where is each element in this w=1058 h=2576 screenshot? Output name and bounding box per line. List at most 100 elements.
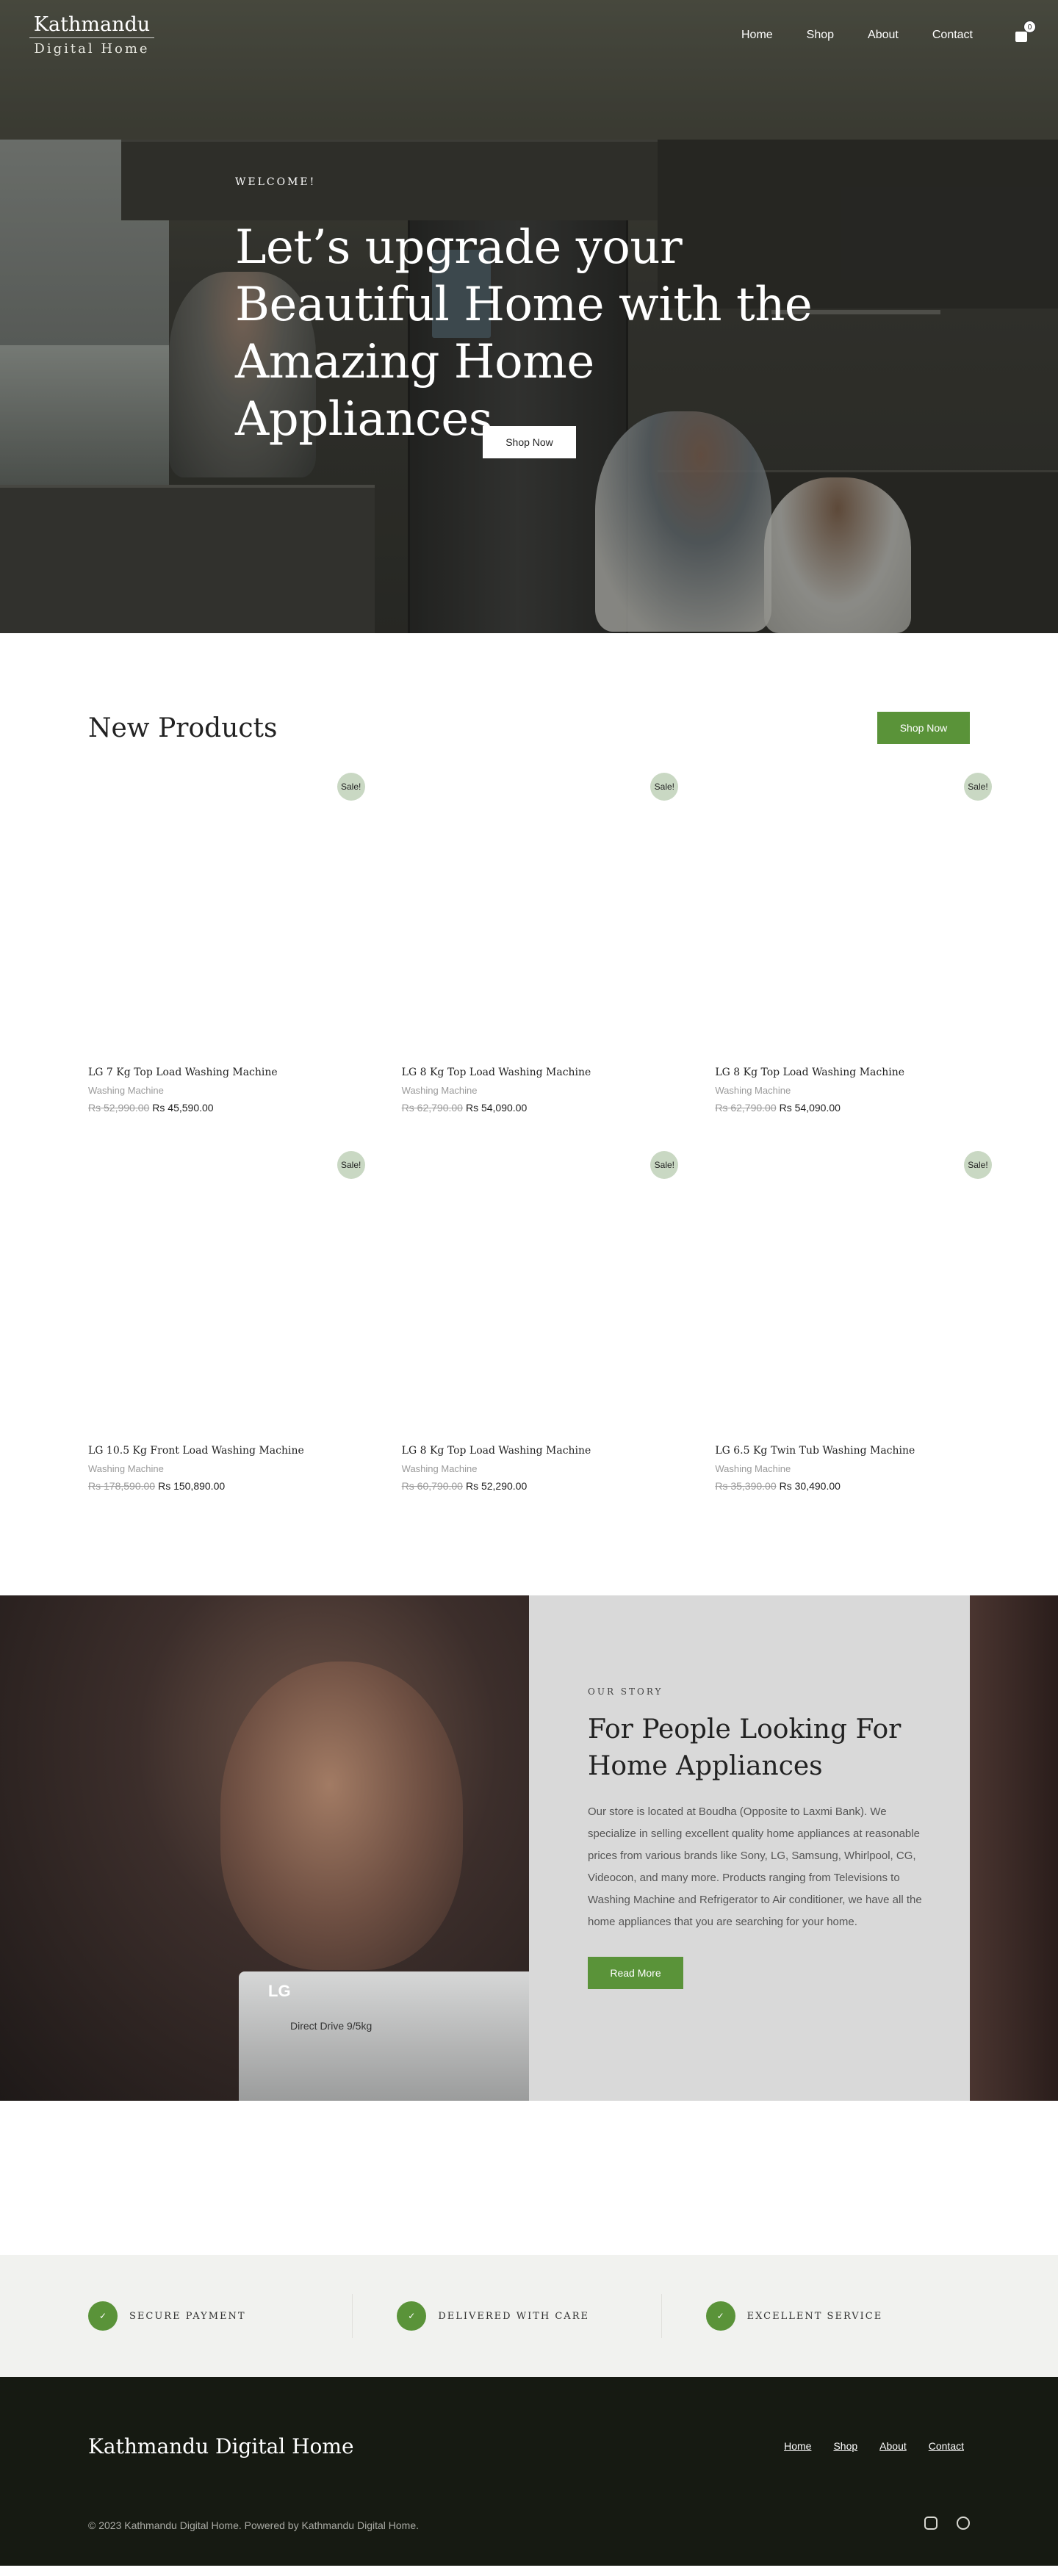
cart-button[interactable]: 0 bbox=[1014, 21, 1036, 43]
product-image[interactable] bbox=[88, 1151, 343, 1445]
story-kicker: OUR STORY bbox=[588, 1686, 663, 1697]
logo-line1: Kathmandu bbox=[29, 14, 154, 38]
cart-icon bbox=[1015, 32, 1027, 42]
nav-shop[interactable]: Shop bbox=[807, 29, 834, 42]
product-title[interactable]: LG 10.5 Kg Front Load Washing Machine bbox=[88, 1445, 343, 1457]
hero-kicker: WELCOME! bbox=[235, 176, 317, 188]
footer-link-shop[interactable]: Shop bbox=[833, 2440, 857, 2452]
secure-payment-icon: ✓ bbox=[88, 2301, 118, 2331]
product-old-price: Rs 52,990.00 bbox=[88, 1102, 150, 1114]
product-card[interactable]: Sale! LG 6.5 Kg Twin Tub Washing Machine… bbox=[715, 1151, 992, 1529]
washer-brand-text: LG bbox=[268, 1982, 291, 2000]
facebook-icon[interactable] bbox=[957, 2517, 970, 2530]
product-sale-price: Rs 45,590.00 bbox=[152, 1102, 214, 1114]
product-price: Rs 178,590.00 Rs 150,890.00 bbox=[88, 1480, 343, 1492]
product-price: Rs 62,790.00 Rs 54,090.00 bbox=[402, 1102, 657, 1114]
product-title[interactable]: LG 8 Kg Top Load Washing Machine bbox=[402, 1067, 657, 1078]
product-image[interactable] bbox=[88, 773, 343, 1067]
product-image[interactable] bbox=[402, 773, 657, 1067]
product-card[interactable]: Sale! LG 10.5 Kg Front Load Washing Mach… bbox=[88, 1151, 365, 1529]
product-sale-price: Rs 52,290.00 bbox=[465, 1480, 528, 1492]
footer-link-contact[interactable]: Contact bbox=[929, 2440, 964, 2452]
product-title[interactable]: LG 6.5 Kg Twin Tub Washing Machine bbox=[715, 1445, 970, 1457]
product-price: Rs 35,390.00 Rs 30,490.00 bbox=[715, 1480, 970, 1492]
products-title: New Products bbox=[88, 712, 278, 743]
our-story-section: LG Direct Drive 9/5kg OUR STORY For Peop… bbox=[0, 1595, 1058, 2101]
product-grid: Sale! LG 7 Kg Top Load Washing Machine W… bbox=[88, 773, 992, 1529]
feature-label: SECURE PAYMENT bbox=[129, 2310, 246, 2322]
product-image[interactable] bbox=[715, 773, 970, 1067]
product-category: Washing Machine bbox=[88, 1463, 164, 1474]
sale-badge: Sale! bbox=[337, 773, 365, 801]
product-card[interactable]: Sale! LG 8 Kg Top Load Washing Machine W… bbox=[715, 773, 992, 1151]
product-category: Washing Machine bbox=[88, 1085, 164, 1096]
sale-badge: Sale! bbox=[963, 773, 992, 801]
story-photo-person bbox=[220, 1662, 463, 1970]
washer-label-text: Direct Drive 9/5kg bbox=[290, 2020, 373, 2032]
product-old-price: Rs 62,790.00 bbox=[715, 1102, 777, 1114]
sale-badge: Sale! bbox=[650, 1151, 679, 1179]
hero-shop-now-button[interactable]: Shop Now bbox=[483, 426, 576, 458]
footer-copyright: © 2023 Kathmandu Digital Home. Powered b… bbox=[88, 2519, 419, 2531]
product-sale-price: Rs 54,090.00 bbox=[779, 1102, 841, 1114]
product-title[interactable]: LG 8 Kg Top Load Washing Machine bbox=[402, 1445, 657, 1457]
feature-label: DELIVERED WITH CARE bbox=[438, 2310, 589, 2322]
nav-contact[interactable]: Contact bbox=[932, 29, 973, 42]
product-card[interactable]: Sale! LG 7 Kg Top Load Washing Machine W… bbox=[88, 773, 365, 1151]
main-nav: Home Shop About Contact 0 bbox=[708, 21, 1036, 43]
product-price: Rs 60,790.00 Rs 52,290.00 bbox=[402, 1480, 657, 1492]
story-photo-washing-machine: LG Direct Drive 9/5kg bbox=[239, 1971, 529, 2101]
product-old-price: Rs 178,590.00 bbox=[88, 1480, 156, 1492]
nav-home[interactable]: Home bbox=[741, 29, 773, 42]
story-title: For People Looking For Home Appliances bbox=[588, 1714, 902, 1781]
product-card[interactable]: Sale! LG 8 Kg Top Load Washing Machine W… bbox=[401, 773, 679, 1151]
delivery-icon: ✓ bbox=[397, 2301, 427, 2331]
read-more-button[interactable]: Read More bbox=[588, 1957, 683, 1989]
hero-content: WELCOME! Let’s upgrade your Beautiful Ho… bbox=[235, 176, 867, 448]
footer-link-home[interactable]: Home bbox=[784, 2440, 811, 2452]
product-category: Washing Machine bbox=[401, 1085, 478, 1096]
story-photo: LG Direct Drive 9/5kg bbox=[0, 1595, 529, 2101]
product-category: Washing Machine bbox=[715, 1085, 791, 1096]
footer-brand[interactable]: Kathmandu Digital Home bbox=[88, 2434, 354, 2458]
sale-badge: Sale! bbox=[963, 1151, 992, 1179]
product-sale-price: Rs 150,890.00 bbox=[158, 1480, 226, 1492]
products-header: New Products Shop Now bbox=[88, 710, 970, 746]
footer-nav: Home Shop About Contact bbox=[784, 2440, 964, 2452]
products-shop-now-button[interactable]: Shop Now bbox=[877, 712, 970, 744]
service-icon: ✓ bbox=[705, 2301, 735, 2331]
product-category: Washing Machine bbox=[715, 1463, 791, 1474]
product-sale-price: Rs 54,090.00 bbox=[465, 1102, 528, 1114]
logo-line2: Digital Home bbox=[34, 40, 150, 57]
sale-badge: Sale! bbox=[650, 773, 679, 801]
feature-excellent-service: ✓ EXCELLENT SERVICE bbox=[662, 2294, 970, 2338]
product-price: Rs 62,790.00 Rs 54,090.00 bbox=[715, 1102, 970, 1114]
story-body: Our store is located at Boudha (Opposite… bbox=[588, 1805, 922, 1928]
product-old-price: Rs 62,790.00 bbox=[401, 1102, 463, 1114]
footer-social bbox=[924, 2517, 970, 2530]
product-old-price: Rs 60,790.00 bbox=[401, 1480, 463, 1492]
product-title[interactable]: LG 8 Kg Top Load Washing Machine bbox=[715, 1067, 970, 1078]
cart-count-badge: 0 bbox=[1023, 21, 1036, 33]
features-bar: ✓ SECURE PAYMENT ✓ DELIVERED WITH CARE ✓… bbox=[0, 2255, 1058, 2377]
site-footer: Kathmandu Digital Home Home Shop About C… bbox=[0, 2377, 1058, 2566]
footer-link-about[interactable]: About bbox=[879, 2440, 907, 2452]
product-card[interactable]: Sale! LG 8 Kg Top Load Washing Machine W… bbox=[401, 1151, 679, 1529]
product-image[interactable] bbox=[402, 1151, 657, 1445]
sale-badge: Sale! bbox=[337, 1151, 365, 1179]
product-sale-price: Rs 30,490.00 bbox=[779, 1480, 841, 1492]
site-logo[interactable]: Kathmandu Digital Home bbox=[29, 14, 154, 57]
feature-delivered-with-care: ✓ DELIVERED WITH CARE bbox=[353, 2294, 662, 2338]
new-products-section: New Products Shop Now Sale! LG 7 Kg Top … bbox=[0, 710, 1058, 1529]
product-image[interactable] bbox=[715, 1151, 970, 1445]
instagram-icon[interactable] bbox=[924, 2517, 938, 2530]
site-header: Kathmandu Digital Home Home Shop About C… bbox=[0, 0, 1058, 71]
product-price: Rs 52,990.00 Rs 45,590.00 bbox=[88, 1102, 343, 1114]
story-photo-edge bbox=[970, 1595, 1058, 2101]
product-title[interactable]: LG 7 Kg Top Load Washing Machine bbox=[88, 1067, 343, 1078]
product-category: Washing Machine bbox=[401, 1463, 478, 1474]
hero-title: Let’s upgrade your Beautiful Home with t… bbox=[235, 220, 813, 447]
feature-label: EXCELLENT SERVICE bbox=[746, 2310, 883, 2322]
nav-about[interactable]: About bbox=[868, 29, 899, 42]
product-old-price: Rs 35,390.00 bbox=[715, 1480, 777, 1492]
